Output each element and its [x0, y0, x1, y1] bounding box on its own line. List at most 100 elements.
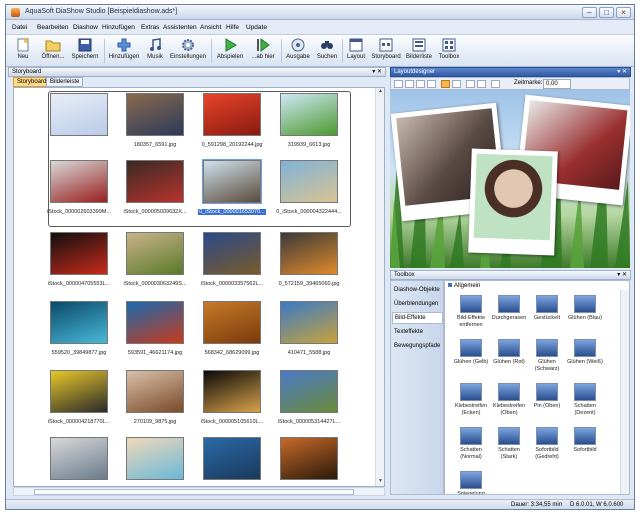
- storyboard-thumbnail[interactable]: iStock_000005105610L...: [197, 370, 267, 432]
- panel-pin-close-icon[interactable]: ▾ ✕: [372, 68, 382, 76]
- save-button[interactable]: Speichern: [70, 38, 100, 65]
- storyboard-thumbnail[interactable]: [274, 437, 344, 486]
- storyboard-thumbnail[interactable]: [44, 93, 114, 155]
- minimize-button[interactable]: –: [582, 7, 597, 18]
- zeitmarke-input[interactable]: 0,00: [543, 79, 571, 89]
- effect-item[interactable]: Bild-Effekte entfernen: [453, 295, 489, 339]
- menu-hinzufuegen[interactable]: Hinzufügen: [102, 24, 135, 31]
- effect-item[interactable]: Gestückelt: [529, 295, 565, 339]
- effect-item[interactable]: Glühen (Schwarz): [529, 339, 565, 383]
- zoom-tool-icon[interactable]: [427, 80, 436, 88]
- category-diashow-objekte[interactable]: Diashow-Objekte: [394, 287, 440, 293]
- thumbnail-image: [280, 301, 338, 344]
- menu-datei[interactable]: Datei: [12, 24, 27, 31]
- move-tool-icon[interactable]: [405, 80, 414, 88]
- menu-update[interactable]: Update: [246, 24, 267, 31]
- effect-item[interactable]: Durchgerasen: [491, 295, 527, 339]
- play-button[interactable]: Abspielen: [214, 38, 246, 65]
- effect-item[interactable]: Glühen (Blau): [567, 295, 603, 339]
- menu-ansicht[interactable]: Ansicht: [200, 24, 221, 31]
- panel-pin-close-icon[interactable]: ▾ ✕: [617, 271, 627, 279]
- storyboard-thumbnail[interactable]: 0_iStock_000001653070...: [197, 159, 267, 222]
- category-bild-effekte[interactable]: Bild-Effekte: [392, 312, 443, 324]
- play-from-here-button[interactable]: ...ab hier: [248, 38, 278, 65]
- tab-storyboard[interactable]: Storyboard: [13, 77, 51, 87]
- category-ueberblendungen[interactable]: Überblendungen: [394, 301, 438, 307]
- storyboard-thumbnail[interactable]: iStock_000004218770L...: [44, 370, 114, 432]
- toolbox-button[interactable]: Toolbox: [436, 38, 462, 65]
- settings-button[interactable]: Einstellungen: [169, 38, 207, 65]
- photo-frame-center[interactable]: [468, 148, 558, 256]
- snap-tool-icon[interactable]: [491, 80, 500, 88]
- toolbox-scrollbar[interactable]: [620, 290, 629, 494]
- panel-pin-close-icon[interactable]: ▾ ✕: [617, 68, 627, 76]
- menu-diashow[interactable]: Diashow: [73, 24, 98, 31]
- storyboard-thumbnail[interactable]: 593591_46621174.jpg: [120, 301, 190, 363]
- search-button[interactable]: Suchen: [315, 38, 339, 65]
- storyboard-thumbnail[interactable]: 568342_68629099.jpg: [197, 301, 267, 363]
- storyboard-thumbnail[interactable]: [197, 437, 267, 486]
- effect-item[interactable]: Klebestreifen (Oben): [491, 383, 527, 427]
- storyboard-area[interactable]: 180357_6591.jpg 0_591298_20192244.jpg 3199…: [13, 87, 385, 487]
- menu-bearbeiten[interactable]: Bearbeiten: [37, 24, 68, 31]
- grid-tool-icon[interactable]: [466, 80, 475, 88]
- pointer-tool-icon[interactable]: [394, 80, 403, 88]
- new-button[interactable]: Neu: [11, 38, 35, 65]
- storyboard-thumbnail[interactable]: 410471_5588.jpg: [274, 301, 344, 363]
- storyboard-thumbnail[interactable]: 0_591298_20192244.jpg: [197, 93, 267, 155]
- storyboard-vertical-scrollbar[interactable]: ▲ ▼: [375, 88, 384, 486]
- storyboard-thumbnail[interactable]: 319939_6613.jpg: [274, 93, 344, 155]
- effect-label: Glühen (Gelb): [453, 359, 489, 365]
- storyboard-thumbnail[interactable]: iStock_000004705553L...: [44, 232, 114, 294]
- effect-item[interactable]: Glühen (Gelb): [453, 339, 489, 383]
- storyboard-thumbnail[interactable]: [120, 437, 190, 486]
- arrange-tool-icon[interactable]: [477, 80, 486, 88]
- category-texteffekte[interactable]: Texteffekte: [394, 329, 423, 335]
- add-button[interactable]: Hinzufügen: [107, 38, 141, 65]
- image-tool-icon[interactable]: [441, 80, 450, 88]
- effect-item[interactable]: Sofortbild (Gedreht): [529, 427, 565, 471]
- effect-item[interactable]: Klebestreifen (Ecken): [453, 383, 489, 427]
- storyboard-thumbnail[interactable]: 0_iStock_000004322444...: [274, 160, 344, 222]
- menu-assistenten[interactable]: Assistenten: [163, 24, 197, 31]
- storyboard-thumbnail[interactable]: iStock_000002603399M...: [44, 160, 114, 222]
- effect-item[interactable]: Schatten (Stark): [491, 427, 527, 471]
- tab-bilderleiste[interactable]: Bilderleiste: [46, 77, 84, 87]
- storyboard-thumbnail[interactable]: 0_572159_39465060.jpg: [274, 232, 344, 294]
- effect-item[interactable]: Pin (Oben): [529, 383, 565, 427]
- maximize-button[interactable]: □: [599, 7, 614, 18]
- storyboard-horizontal-scrollbar[interactable]: [13, 487, 385, 496]
- menu-extras[interactable]: Extras: [141, 24, 159, 31]
- storyboard-thumbnail[interactable]: [44, 437, 114, 486]
- effect-item[interactable]: Schatten (Normal): [453, 427, 489, 471]
- effect-item[interactable]: Glühen (Weiß): [567, 339, 603, 383]
- thumbnail-caption: 270109_9875.jpg: [120, 419, 190, 425]
- storyboard-thumbnail[interactable]: iStock_000005009632X...: [120, 160, 190, 222]
- music-button[interactable]: Musik: [144, 38, 166, 65]
- storyboard-thumbnail[interactable]: 559520_39849877.jpg: [44, 301, 114, 363]
- menu-hilfe[interactable]: Hilfe: [226, 24, 239, 31]
- align-tool-icon[interactable]: [452, 80, 461, 88]
- thumbnail-caption: iStock_000003063249S...: [120, 281, 190, 287]
- storyboard-thumbnail[interactable]: iStock_000003357562L...: [197, 232, 267, 294]
- image-list-button[interactable]: Bilderliste: [404, 38, 434, 65]
- effect-item[interactable]: Sofortbild: [567, 427, 603, 471]
- storyboard-thumbnail[interactable]: iStock_000003063249S...: [120, 232, 190, 294]
- menu-bar: Datei Bearbeiten Diashow Hinzufügen Extr…: [6, 20, 634, 35]
- layout-button[interactable]: Layout: [344, 38, 368, 65]
- rotate-tool-icon[interactable]: [416, 80, 425, 88]
- close-button[interactable]: ×: [616, 7, 631, 18]
- storyboard-thumbnail[interactable]: iStock_000005314427L...: [274, 370, 344, 432]
- storyboard-button[interactable]: Storyboard: [370, 38, 402, 65]
- open-button[interactable]: Öffnen...: [38, 38, 68, 65]
- effect-item[interactable]: Glühen (Rot): [491, 339, 527, 383]
- category-bewegungspfade[interactable]: Bewegungspfade: [394, 343, 440, 349]
- effect-item[interactable]: Schatten (Dezent): [567, 383, 603, 427]
- storyboard-thumbnail[interactable]: 270109_9875.jpg: [120, 370, 190, 432]
- layout-stage[interactable]: [390, 90, 630, 268]
- thumbnail-caption-text: 270109_9875.jpg: [133, 419, 177, 425]
- search-icon: [321, 41, 333, 49]
- storyboard-thumbnail[interactable]: 180357_6591.jpg: [120, 93, 190, 155]
- output-button[interactable]: Ausgabe: [284, 38, 312, 65]
- effect-item[interactable]: Spiegelung: [453, 471, 489, 494]
